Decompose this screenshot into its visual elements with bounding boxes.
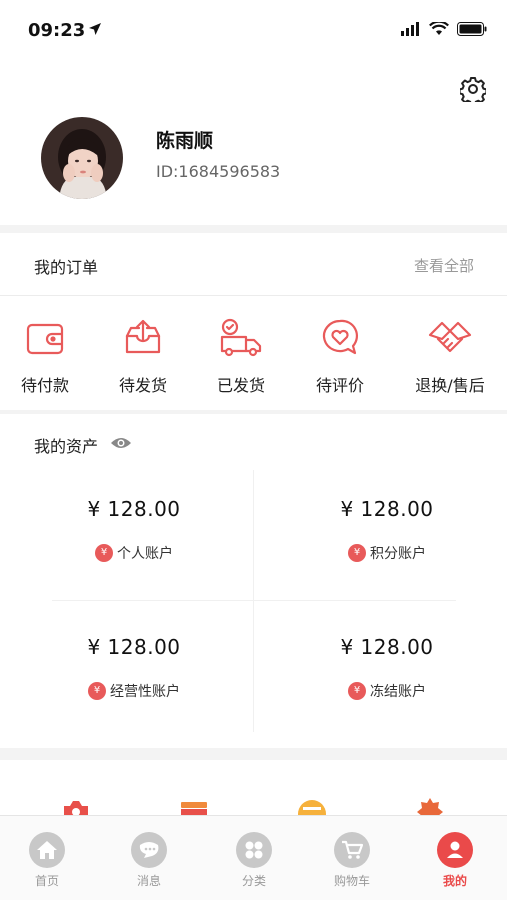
assets-vertical-divider (253, 470, 254, 732)
asset-label: 积分账户 (370, 546, 426, 562)
camera-icon[interactable] (60, 798, 92, 816)
shop-icon[interactable] (178, 798, 210, 816)
asset-business-account[interactable]: ¥ 128.00 经营性账户 (34, 635, 234, 701)
card-icon[interactable] (296, 798, 328, 816)
order-to-review[interactable]: 待评价 (290, 318, 390, 396)
asset-amount: ¥ 128.00 (87, 497, 181, 521)
comment-heart-icon (322, 319, 358, 355)
status-time: 09:23 (28, 20, 86, 41)
wallet-icon (26, 323, 64, 355)
tab-messages[interactable]: 消息 (119, 832, 179, 889)
asset-label: 经营性账户 (110, 684, 180, 700)
wifi-icon (429, 22, 449, 35)
tab-home[interactable]: 首页 (17, 832, 77, 889)
message-icon (131, 832, 167, 868)
divider (0, 295, 507, 296)
asset-frozen-account[interactable]: ¥ 128.00 冻结账户 (287, 635, 487, 701)
status-indicators (401, 22, 487, 36)
asset-amount: ¥ 128.00 (87, 635, 181, 659)
box-upload-icon (125, 319, 161, 354)
asset-personal-account[interactable]: ¥ 128.00 个人账户 (34, 497, 234, 563)
tab-label: 消息 (136, 874, 161, 888)
yuan-coin-icon (348, 682, 366, 700)
order-status-row: 待付款 待发货 已发货 待评价 退换/售后 (0, 318, 507, 398)
services-row-peek (0, 796, 507, 816)
asset-label: 个人账户 (117, 546, 173, 562)
user-id: ID:1684596583 (156, 162, 281, 181)
avatar[interactable] (41, 117, 123, 199)
eye-icon[interactable] (110, 436, 132, 450)
order-to-ship[interactable]: 待发货 (93, 318, 193, 396)
assets-title: 我的资产 (34, 437, 99, 456)
order-item-label: 待发货 (118, 376, 167, 395)
order-after-sales[interactable]: 退换/售后 (400, 318, 500, 396)
badge-icon[interactable] (414, 798, 446, 816)
asset-points-account[interactable]: ¥ 128.00 积分账户 (287, 497, 487, 563)
category-icon (236, 832, 272, 868)
yuan-coin-icon (95, 544, 113, 562)
order-pending-payment[interactable]: 待付款 (0, 318, 95, 396)
order-item-label: 待付款 (20, 376, 69, 395)
section-divider (0, 410, 507, 414)
asset-label: 冻结账户 (370, 684, 426, 700)
orders-title: 我的订单 (34, 258, 99, 277)
home-icon (29, 832, 65, 868)
tab-mine[interactable]: 我的 (425, 832, 485, 889)
assets-horizontal-divider (52, 600, 456, 601)
tab-cart[interactable]: 购物车 (322, 832, 382, 889)
asset-amount: ¥ 128.00 (340, 635, 434, 659)
cart-icon (334, 832, 370, 868)
gear-icon[interactable] (460, 76, 486, 102)
order-item-label: 退换/售后 (415, 376, 485, 395)
section-divider (0, 748, 507, 760)
view-all-orders-link[interactable]: 查看全部 (414, 255, 474, 276)
truck-icon (220, 318, 262, 357)
tab-categories[interactable]: 分类 (224, 832, 284, 889)
tab-label: 首页 (34, 874, 59, 888)
order-shipped[interactable]: 已发货 (191, 318, 291, 396)
order-item-label: 已发货 (216, 376, 265, 395)
tab-label: 分类 (241, 874, 266, 888)
orders-header: 我的订单 查看全部 (0, 233, 507, 295)
section-divider (0, 225, 507, 233)
signal-icon (401, 22, 419, 36)
battery-icon (457, 22, 487, 36)
tab-label: 我的 (442, 874, 467, 888)
yuan-coin-icon (88, 682, 106, 700)
tab-label: 购物车 (333, 874, 370, 888)
status-bar: 09:23 (0, 0, 507, 60)
order-item-label: 待评价 (315, 376, 364, 395)
asset-amount: ¥ 128.00 (340, 497, 434, 521)
user-name: 陈雨顺 (156, 130, 214, 152)
yuan-coin-icon (348, 544, 366, 562)
handshake-icon (428, 321, 472, 353)
user-icon (437, 832, 473, 868)
tab-bar: 首页 消息 分类 购物车 我的 (0, 815, 507, 900)
location-arrow-icon (89, 23, 101, 35)
avatar-photo (41, 117, 123, 199)
